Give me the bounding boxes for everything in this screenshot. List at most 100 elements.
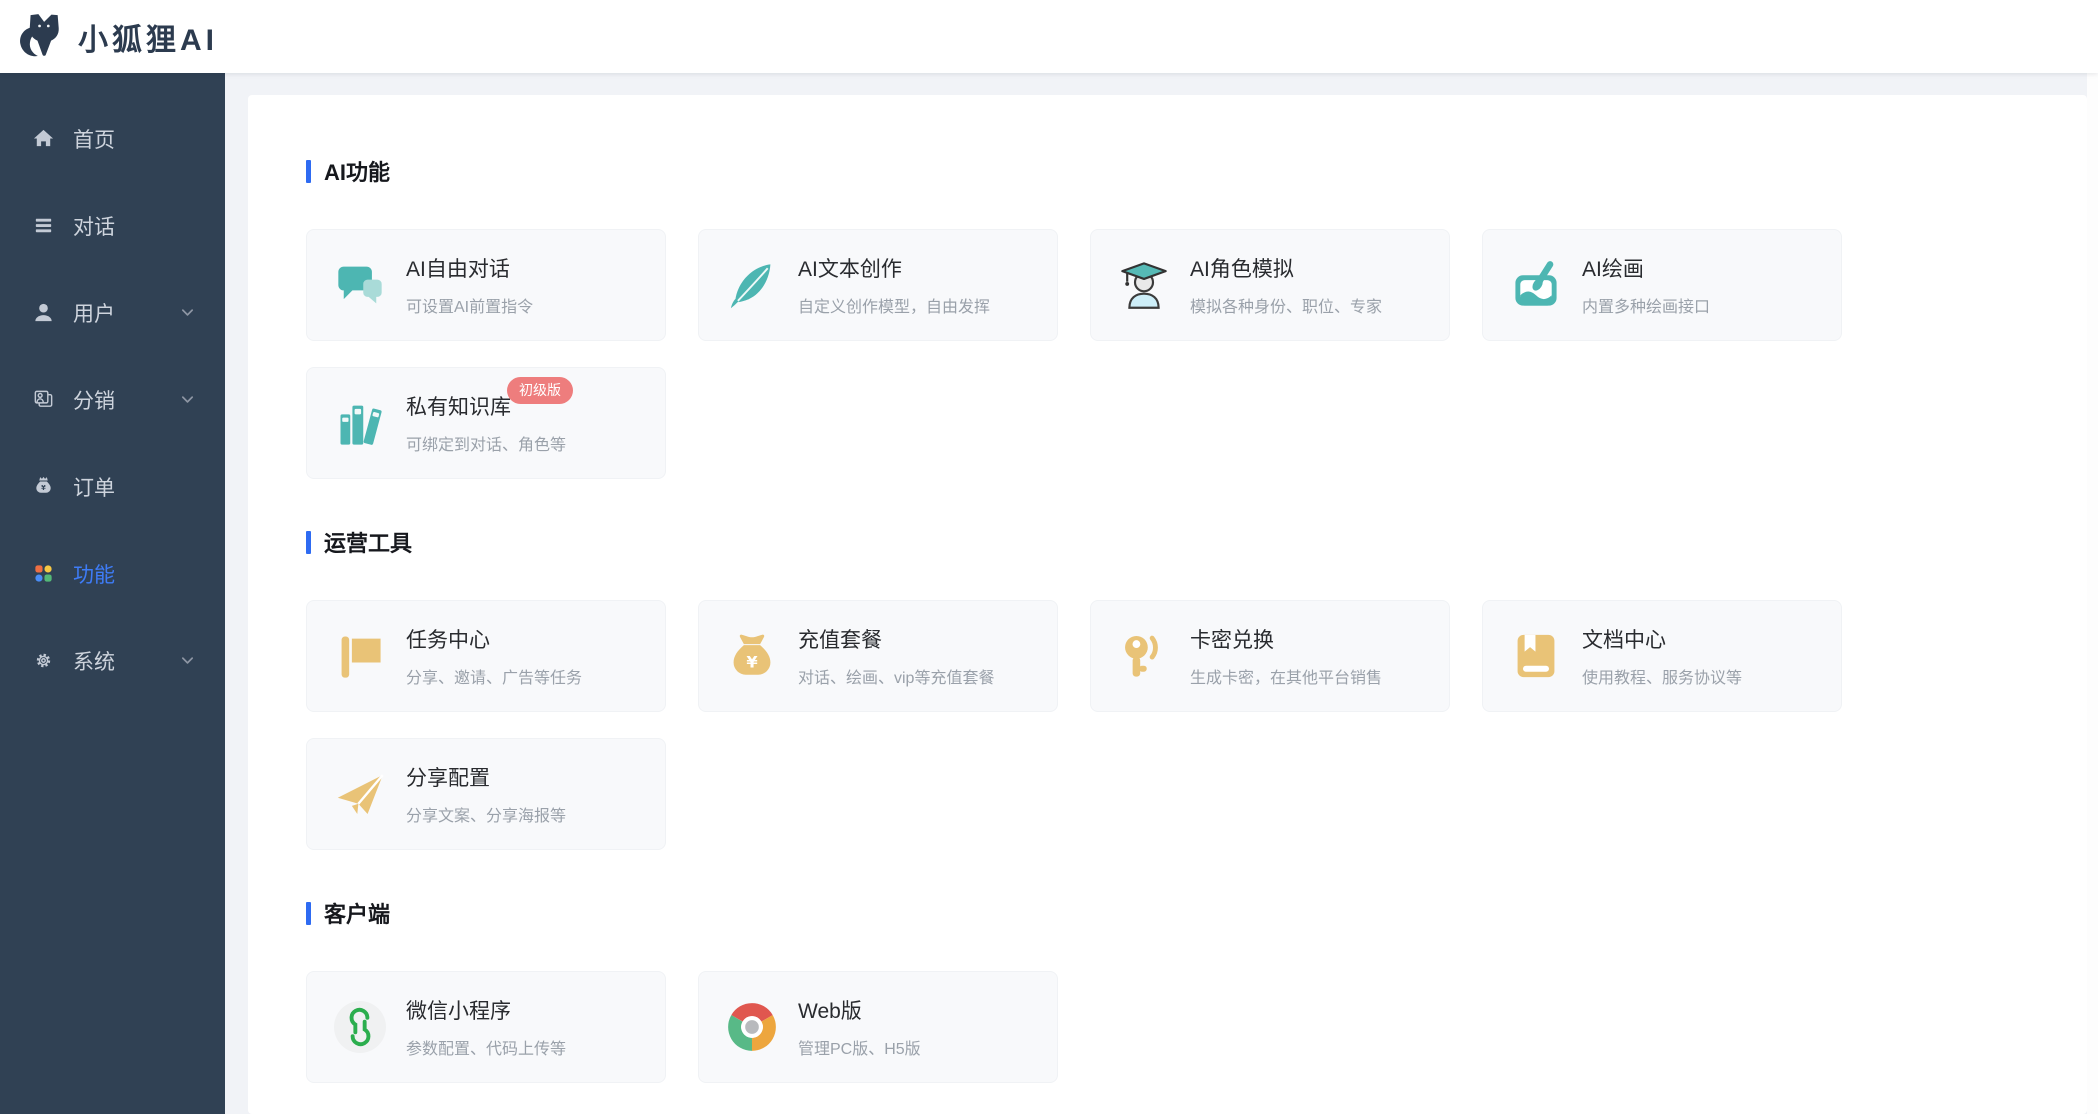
- brand-logo: 小狐狸AI: [16, 12, 218, 62]
- sidebar-item-label: 系统: [73, 646, 115, 676]
- card-recharge[interactable]: ¥ 充值套餐 对话、绘画、vip等充值套餐: [698, 600, 1058, 712]
- brand-name: 小狐狸AI: [78, 15, 218, 59]
- card-description: 分享、邀请、广告等任务: [406, 664, 582, 688]
- distribution-icon: [32, 388, 55, 411]
- feather-icon: [726, 259, 778, 311]
- card-title: 微信小程序: [406, 995, 566, 1025]
- card-description: 参数配置、代码上传等: [406, 1035, 566, 1059]
- paper-plane-icon: [334, 768, 386, 820]
- fox-logo-icon: [16, 12, 66, 62]
- card-task-center[interactable]: 任务中心 分享、邀请、广告等任务: [306, 600, 666, 712]
- section-header: 运营工具: [306, 526, 2087, 558]
- section-accent-bar: [306, 902, 311, 925]
- money-pouch-icon: ¥: [726, 630, 778, 682]
- wechat-mini-icon: [334, 1001, 386, 1053]
- card-description: 生成卡密，在其他平台销售: [1190, 664, 1382, 688]
- card-text: 充值套餐 对话、绘画、vip等充值套餐: [798, 624, 994, 688]
- card-text: AI角色模拟 模拟各种身份、职位、专家: [1190, 253, 1382, 317]
- section-accent-bar: [306, 160, 311, 183]
- section-operation-tools: 运营工具 任务中心 分享、邀请、广告等任务 ¥ 充值套餐 对话、绘画、vip等充…: [306, 526, 2087, 850]
- home-icon: [32, 127, 55, 150]
- card-description: 使用教程、服务协议等: [1582, 664, 1742, 688]
- scrollbar-track[interactable]: [2087, 73, 2098, 1114]
- sidebar-item-orders[interactable]: ¥ 订单: [0, 443, 225, 530]
- chevron-down-icon: [180, 653, 195, 668]
- section-title: 客户端: [324, 897, 390, 929]
- sidebar-item-label: 分销: [73, 385, 115, 415]
- sidebar-item-features[interactable]: 功能: [0, 530, 225, 617]
- content-sections: AI功能 AI自由对话 可设置AI前置指令 AI文本创作 自定义创作模型，自由发…: [306, 155, 2087, 1083]
- key-icon: [1118, 630, 1170, 682]
- chrome-icon: [726, 1001, 778, 1053]
- sidebar-menu: 首页 对话 用户 分销 ¥ 订单 功能 系统: [0, 73, 225, 704]
- sidebar-item-label: 首页: [73, 124, 115, 154]
- card-text: 文档中心 使用教程、服务协议等: [1582, 624, 1742, 688]
- card-knowledge-base[interactable]: 私有知识库 可绑定到对话、角色等 初级版: [306, 367, 666, 479]
- money-bag-icon: ¥: [32, 475, 55, 498]
- sidebar: 首页 对话 用户 分销 ¥ 订单 功能 系统: [0, 73, 225, 1114]
- card-share-config[interactable]: 分享配置 分享文案、分享海报等: [306, 738, 666, 850]
- card-grid: AI自由对话 可设置AI前置指令 AI文本创作 自定义创作模型，自由发挥 AI角…: [306, 229, 1843, 479]
- books-icon: [334, 397, 386, 449]
- card-text: 卡密兑换 生成卡密，在其他平台销售: [1190, 624, 1382, 688]
- card-grid: 微信小程序 参数配置、代码上传等 Web版 管理PC版、H5版: [306, 971, 1843, 1083]
- card-description: 可设置AI前置指令: [406, 293, 533, 317]
- svg-text:¥: ¥: [41, 484, 46, 492]
- card-title: AI文本创作: [798, 253, 990, 283]
- card-grid: 任务中心 分享、邀请、广告等任务 ¥ 充值套餐 对话、绘画、vip等充值套餐 卡…: [306, 600, 1843, 850]
- card-text: 任务中心 分享、邀请、广告等任务: [406, 624, 582, 688]
- card-title: Web版: [798, 995, 921, 1025]
- card-text: 微信小程序 参数配置、代码上传等: [406, 995, 566, 1059]
- paint-board-icon: [1510, 259, 1562, 311]
- card-title: AI角色模拟: [1190, 253, 1382, 283]
- flag-icon: [334, 630, 386, 682]
- doc-book-icon: [1510, 630, 1562, 682]
- sidebar-item-chat[interactable]: 对话: [0, 182, 225, 269]
- card-web[interactable]: Web版 管理PC版、H5版: [698, 971, 1058, 1083]
- sidebar-item-label: 订单: [73, 472, 115, 502]
- section-header: 客户端: [306, 897, 2087, 929]
- features-grid-icon: [32, 562, 55, 585]
- sidebar-item-distribution[interactable]: 分销: [0, 356, 225, 443]
- card-title: 分享配置: [406, 762, 566, 792]
- sidebar-item-label: 对话: [73, 211, 115, 241]
- graduate-icon: [1118, 259, 1170, 311]
- sidebar-item-system[interactable]: 系统: [0, 617, 225, 704]
- section-accent-bar: [306, 531, 311, 554]
- card-description: 分享文案、分享海报等: [406, 802, 566, 826]
- card-description: 对话、绘画、vip等充值套餐: [798, 664, 994, 688]
- card-description: 管理PC版、H5版: [798, 1035, 921, 1059]
- main-area: AI功能 AI自由对话 可设置AI前置指令 AI文本创作 自定义创作模型，自由发…: [225, 73, 2098, 1114]
- card-role-play[interactable]: AI角色模拟 模拟各种身份、职位、专家: [1090, 229, 1450, 341]
- card-text: AI自由对话 可设置AI前置指令: [406, 253, 533, 317]
- card-card-key[interactable]: 卡密兑换 生成卡密，在其他平台销售: [1090, 600, 1450, 712]
- card-doc-center[interactable]: 文档中心 使用教程、服务协议等: [1482, 600, 1842, 712]
- card-title: AI绘画: [1582, 253, 1710, 283]
- card-title: 充值套餐: [798, 624, 994, 654]
- card-ai-drawing[interactable]: AI绘画 内置多种绘画接口: [1482, 229, 1842, 341]
- card-description: 可绑定到对话、角色等: [406, 431, 566, 455]
- card-title: 文档中心: [1582, 624, 1742, 654]
- app-header: 小狐狸AI: [0, 0, 2098, 73]
- card-title: 任务中心: [406, 624, 582, 654]
- card-title: AI自由对话: [406, 253, 533, 283]
- chevron-down-icon: [180, 305, 195, 320]
- content-panel: AI功能 AI自由对话 可设置AI前置指令 AI文本创作 自定义创作模型，自由发…: [248, 95, 2087, 1114]
- card-free-chat[interactable]: AI自由对话 可设置AI前置指令: [306, 229, 666, 341]
- gear-icon: [32, 649, 55, 672]
- section-title: 运营工具: [324, 526, 412, 558]
- card-description: 自定义创作模型，自由发挥: [798, 293, 990, 317]
- card-badge: 初级版: [507, 377, 573, 404]
- chat-lines-icon: [32, 214, 55, 237]
- card-wechat-mini[interactable]: 微信小程序 参数配置、代码上传等: [306, 971, 666, 1083]
- sidebar-item-label: 用户: [73, 298, 115, 328]
- section-header: AI功能: [306, 155, 2087, 187]
- card-text: Web版 管理PC版、H5版: [798, 995, 921, 1059]
- sidebar-item-home[interactable]: 首页: [0, 95, 225, 182]
- card-description: 模拟各种身份、职位、专家: [1190, 293, 1382, 317]
- section-clients: 客户端 微信小程序 参数配置、代码上传等 Web版 管理PC版、H5版: [306, 897, 2087, 1083]
- card-text: AI绘画 内置多种绘画接口: [1582, 253, 1710, 317]
- sidebar-item-users[interactable]: 用户: [0, 269, 225, 356]
- card-text-creation[interactable]: AI文本创作 自定义创作模型，自由发挥: [698, 229, 1058, 341]
- chat-bubbles-icon: [334, 259, 386, 311]
